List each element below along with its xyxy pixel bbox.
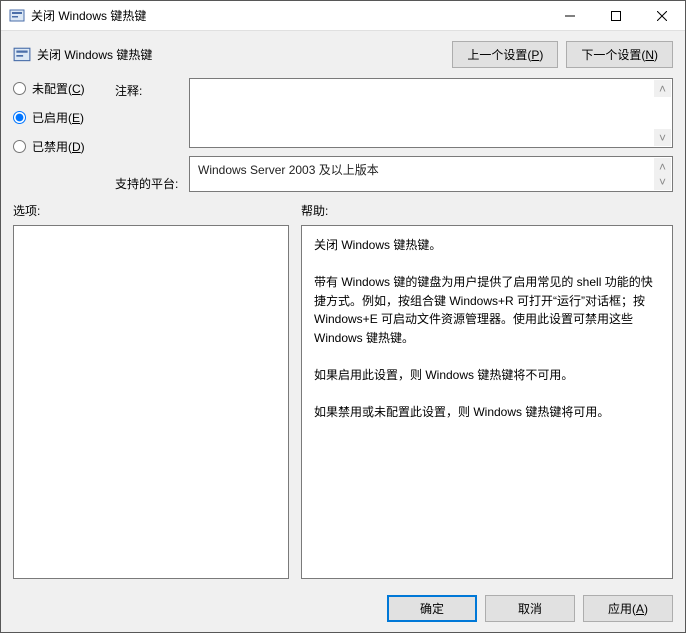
radio-not-configured[interactable]: 未配置(C): [13, 80, 111, 97]
gpedit-policy-dialog: 关闭 Windows 键热键 关闭 Windows 键热键 上一个设置(P) 下…: [0, 0, 686, 633]
policy-icon-small: [13, 46, 31, 64]
apply-button[interactable]: 应用(A): [583, 595, 673, 622]
platform-value: Windows Server 2003 及以上版本: [198, 163, 379, 177]
minimize-button[interactable]: [547, 1, 593, 31]
next-setting-button[interactable]: 下一个设置(N): [566, 41, 673, 68]
supported-platform-box: Windows Server 2003 及以上版本 ˄ ˅: [189, 156, 673, 192]
radio-not-configured-input[interactable]: [13, 82, 26, 95]
header-row: 关闭 Windows 键热键 上一个设置(P) 下一个设置(N): [1, 31, 685, 74]
radio-not-configured-label: 未配置(C): [32, 80, 85, 97]
options-label: 选项:: [13, 198, 289, 225]
radio-disabled[interactable]: 已禁用(D): [13, 138, 111, 155]
radio-enabled[interactable]: 已启用(E): [13, 109, 111, 126]
window-title: 关闭 Windows 键热键: [31, 7, 547, 24]
radio-enabled-input[interactable]: [13, 111, 26, 124]
close-button[interactable]: [639, 1, 685, 31]
radio-disabled-input[interactable]: [13, 140, 26, 153]
previous-setting-button[interactable]: 上一个设置(P): [452, 41, 558, 68]
titlebar: 关闭 Windows 键热键: [1, 1, 685, 31]
policy-name-label: 关闭 Windows 键热键: [37, 46, 152, 63]
scroll-down-icon[interactable]: ˅: [654, 173, 671, 190]
radio-enabled-label: 已启用(E): [32, 109, 84, 126]
comment-textbox[interactable]: ˄ ˅: [189, 78, 673, 148]
scroll-up-icon[interactable]: ˄: [654, 80, 671, 97]
help-label: 帮助:: [301, 198, 673, 225]
policy-icon: [9, 8, 25, 24]
radio-disabled-label: 已禁用(D): [32, 138, 85, 155]
ok-button[interactable]: 确定: [387, 595, 477, 622]
maximize-button[interactable]: [593, 1, 639, 31]
help-pane: 关闭 Windows 键热键。 带有 Windows 键的键盘为用户提供了启用常…: [301, 225, 673, 579]
scroll-down-icon[interactable]: ˅: [654, 129, 671, 146]
options-pane: [13, 225, 289, 579]
comment-label: 注释:: [115, 82, 185, 99]
platform-label: 支持的平台:: [115, 175, 185, 192]
cancel-button[interactable]: 取消: [485, 595, 575, 622]
dialog-footer: 确定 取消 应用(A): [1, 587, 685, 632]
